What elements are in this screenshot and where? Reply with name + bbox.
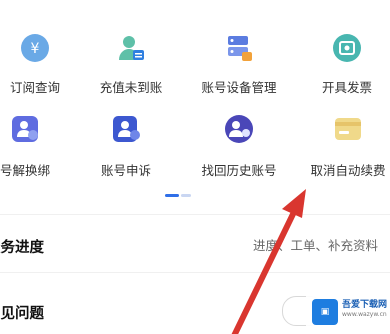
page-dot — [181, 194, 191, 197]
section-divider — [0, 214, 390, 215]
server-devices-icon — [224, 33, 254, 63]
ticket-icon — [332, 33, 362, 63]
watermark-name: 吾爱下载网 — [342, 300, 388, 310]
yen-coin-icon: ¥ — [20, 33, 50, 63]
service-label: 开具发票 — [321, 80, 372, 95]
watermark-logo-icon: ▣ — [312, 299, 338, 325]
service-label: 找回历史账号 — [201, 163, 277, 178]
page-indicator — [165, 193, 225, 199]
card-cancel-icon — [333, 114, 363, 144]
service-label: 取消自动续费 — [310, 163, 386, 178]
user-heart-icon — [10, 114, 40, 144]
service-progress-subtitle: 进度、工单、补充资料 — [252, 238, 378, 253]
user-card-icon — [116, 33, 146, 63]
service-label: 充值未到账 — [99, 80, 163, 95]
section-divider — [0, 272, 390, 273]
site-watermark: ▣ 吾爱下载网 www.wazyw.cn — [306, 291, 390, 334]
watermark-url: www.wazyw.cn — [342, 311, 387, 318]
service-label: 账号申诉 — [100, 163, 151, 178]
service-label: 账号设备管理 — [201, 80, 277, 95]
users-history-icon — [224, 114, 254, 144]
user-badge-icon — [111, 114, 141, 144]
service-grid: ¥ 订阅查询 充值未到账 账号设备管理 开具发票 号解换绑 账号申诉 找回历史账… — [0, 0, 390, 200]
service-progress-title: 服务进度 — [0, 240, 44, 256]
faq-title: 常见问题 — [0, 306, 44, 322]
page-dot-active — [165, 194, 179, 197]
svg-text:¥: ¥ — [31, 41, 40, 57]
